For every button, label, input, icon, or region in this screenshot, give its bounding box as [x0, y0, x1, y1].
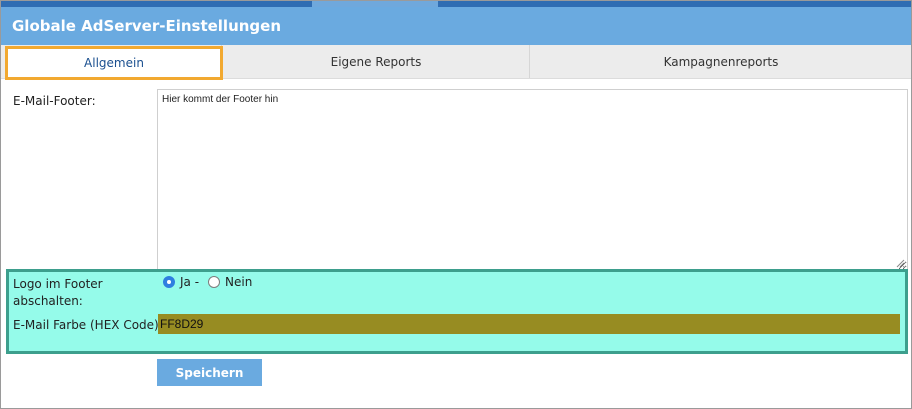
email-footer-text: Hier kommt der Footer hin [162, 94, 279, 105]
logo-footer-label-line1: Logo im Footer [13, 277, 103, 291]
logo-footer-label-line2: abschalten: [13, 294, 83, 308]
email-color-label: E-Mail Farbe (HEX Code): [13, 318, 163, 332]
hex-color-value: FF8D29 [160, 317, 204, 331]
highlight-box [6, 269, 908, 354]
save-button-label: Speichern [175, 365, 244, 380]
tab-eigene-reports[interactable]: Eigene Reports [221, 45, 530, 78]
tab-label: Kampagnenreports [663, 54, 779, 69]
hex-color-input[interactable]: FF8D29 [158, 314, 900, 334]
email-footer-textarea[interactable]: Hier kommt der Footer hin [157, 89, 908, 271]
tab-label: Allgemein [84, 56, 144, 70]
tab-kampagnenreports[interactable]: Kampagnenreports [529, 45, 912, 78]
radio-ja[interactable] [163, 276, 175, 288]
email-footer-label: E-Mail-Footer: [13, 94, 96, 108]
radio-nein-label: Nein [225, 275, 253, 289]
tab-label: Eigene Reports [330, 54, 422, 69]
tab-allgemein[interactable]: Allgemein [5, 46, 223, 80]
page-title: Globale AdServer-Einstellungen [12, 17, 282, 35]
radio-ja-label: Ja - [180, 275, 200, 289]
radio-nein[interactable] [208, 276, 220, 288]
panel-header: Globale AdServer-Einstellungen [1, 7, 911, 45]
settings-panel: Globale AdServer-Einstellungen Eigene Re… [0, 0, 912, 409]
save-button[interactable]: Speichern [157, 359, 262, 386]
resize-grip-icon[interactable] [895, 258, 905, 268]
